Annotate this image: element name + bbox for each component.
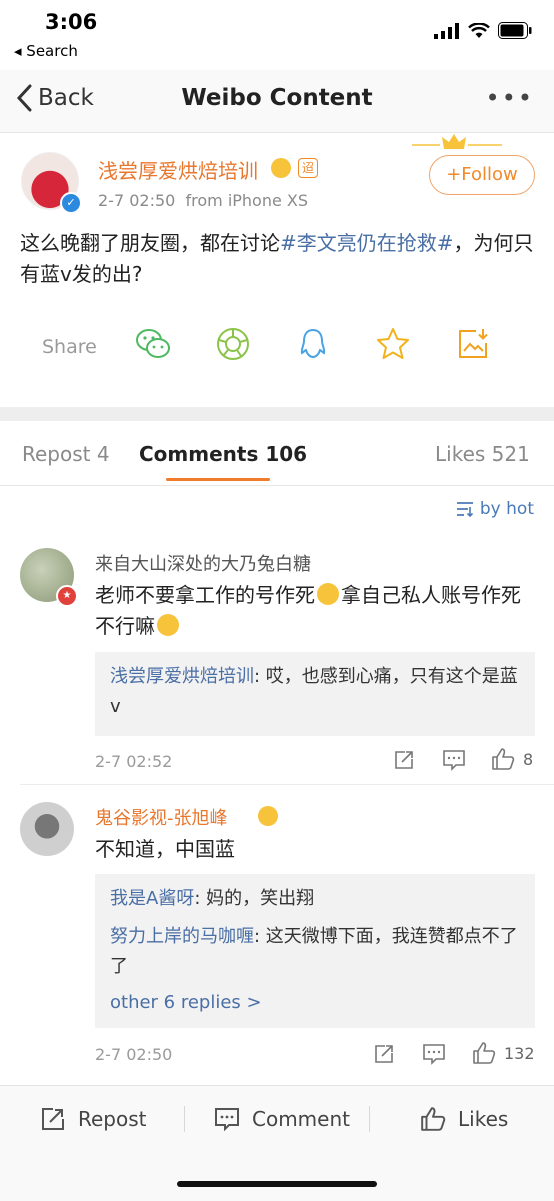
- crown-badge-icon: [258, 806, 278, 826]
- status-time: 3:06: [45, 10, 98, 34]
- repost-button[interactable]: Repost: [40, 1106, 147, 1132]
- thumbs-up-icon: [421, 1107, 446, 1131]
- nav-bar: Back Weibo Content •••: [0, 70, 554, 133]
- reply-comment-icon[interactable]: [422, 1043, 446, 1065]
- status-icons: [434, 22, 532, 39]
- like-comment-button[interactable]: 8: [491, 747, 533, 771]
- tab-likes[interactable]: Likes 521: [435, 442, 530, 466]
- favorite-star-icon[interactable]: [374, 325, 412, 363]
- comment-text: 老师不要拿工作的号作死 拿自己私人账号作死不行嘛: [95, 580, 525, 642]
- likes-button[interactable]: Likes: [420, 1106, 508, 1132]
- post-time: 2-7 02:50: [98, 191, 176, 210]
- post-author[interactable]: 浅尝厚爱烘焙培训: [98, 155, 258, 184]
- sort-label: by hot: [479, 499, 534, 519]
- signal-icon: [434, 22, 459, 39]
- comment-button[interactable]: Comment: [214, 1106, 350, 1132]
- comment-label: Comment: [252, 1107, 350, 1131]
- comment-author[interactable]: 鬼谷影视-张旭峰: [95, 804, 228, 830]
- reply-box[interactable]: 浅尝厚爱烘焙培训: 哎，也感到心痛，只有这个是蓝v: [95, 652, 535, 736]
- laugh-cry-emoji-icon: [157, 614, 179, 636]
- thumbs-up-icon: [473, 1042, 496, 1064]
- reply-author[interactable]: 浅尝厚爱烘焙培训: [110, 666, 254, 687]
- follow-button[interactable]: +Follow: [429, 155, 535, 195]
- repost-label: Repost: [78, 1107, 147, 1131]
- home-indicator[interactable]: [177, 1181, 377, 1187]
- comment-text-part: 老师不要拿工作的号作死: [95, 583, 315, 607]
- member-badge-icon: ★: [56, 585, 78, 607]
- verified-icon: ✓: [60, 192, 82, 214]
- qq-icon[interactable]: [294, 325, 332, 363]
- commenter-avatar[interactable]: [20, 802, 74, 856]
- reply-text: : 妈的，笑出翔: [194, 888, 315, 909]
- share-comment-icon[interactable]: [393, 749, 415, 771]
- post-text: 这么晚翻了朋友圈，都在讨论#李文亮仍在抢救#，为何只有蓝v发的出?: [20, 228, 540, 290]
- post-text-part: 这么晚翻了朋友圈，都在讨论: [20, 231, 280, 255]
- post-meta: 2-7 02:50 from iPhone XS: [98, 191, 308, 210]
- share-label: Share: [42, 336, 97, 358]
- vip-badge-icon: 迢: [298, 158, 318, 178]
- save-image-icon[interactable]: [454, 325, 492, 363]
- comment-time: 2-7 02:52: [95, 752, 173, 771]
- comment-divider: [20, 784, 554, 785]
- repost-icon: [42, 1108, 64, 1130]
- tab-comments[interactable]: Comments 106: [139, 442, 307, 466]
- reply-item: 努力上岸的马咖喱: 这天微博下面，我连赞都点不了了: [110, 922, 520, 982]
- follow-crown-decoration-icon: [412, 134, 502, 149]
- tabs-divider: [0, 485, 554, 486]
- share-comment-icon[interactable]: [373, 1043, 395, 1065]
- reply-author[interactable]: 我是A酱呀: [110, 888, 194, 909]
- bottom-action-bar: Repost Comment Likes: [0, 1085, 554, 1201]
- comment-like-count: 132: [504, 1043, 535, 1063]
- thumbs-up-icon: [492, 748, 515, 770]
- post-source: from iPhone XS: [185, 191, 309, 210]
- active-tab-indicator: [166, 478, 270, 481]
- comment-icon: [215, 1108, 239, 1132]
- back-to-app-link[interactable]: ◂ Search: [14, 42, 78, 60]
- battery-icon: [498, 22, 532, 39]
- share-row: Share: [0, 325, 554, 371]
- sort-by-hot-button[interactable]: by hot: [456, 499, 534, 519]
- reply-author[interactable]: 努力上岸的马咖喱: [110, 926, 254, 947]
- bottom-separator: [369, 1106, 370, 1132]
- bottom-separator: [184, 1106, 185, 1132]
- tab-repost[interactable]: Repost 4: [22, 442, 110, 466]
- reply-box[interactable]: 我是A酱呀: 妈的，笑出翔 努力上岸的马咖喱: 这天微博下面，我连赞都点不了了 …: [95, 874, 535, 1028]
- reply-item: 浅尝厚爱烘焙培训: 哎，也感到心痛，只有这个是蓝v: [110, 662, 520, 722]
- wechat-icon[interactable]: [134, 325, 172, 363]
- comment-like-count: 8: [523, 749, 534, 769]
- comment-author[interactable]: 来自大山深处的大乃兔白糖: [95, 550, 311, 576]
- section-gap: [0, 407, 554, 421]
- comment-time: 2-7 02:50: [95, 1045, 173, 1064]
- more-options-button[interactable]: •••: [486, 84, 534, 112]
- reply-comment-icon[interactable]: [442, 749, 466, 771]
- wifi-icon: [468, 22, 490, 38]
- more-replies-link[interactable]: other 6 replies >: [110, 988, 262, 1018]
- crown-badge-icon: [271, 158, 291, 178]
- comment-text: 不知道，中国蓝: [95, 837, 235, 861]
- sort-icon: [456, 502, 473, 517]
- reply-item: 我是A酱呀: 妈的，笑出翔: [110, 884, 520, 914]
- likes-label: Likes: [458, 1107, 509, 1131]
- hashtag-link[interactable]: #李文亮仍在抢救#: [280, 231, 454, 255]
- moments-icon[interactable]: [214, 325, 252, 363]
- page-title: Weibo Content: [181, 85, 373, 111]
- laugh-cry-emoji-icon: [317, 583, 339, 605]
- like-comment-button[interactable]: 132: [472, 1041, 535, 1065]
